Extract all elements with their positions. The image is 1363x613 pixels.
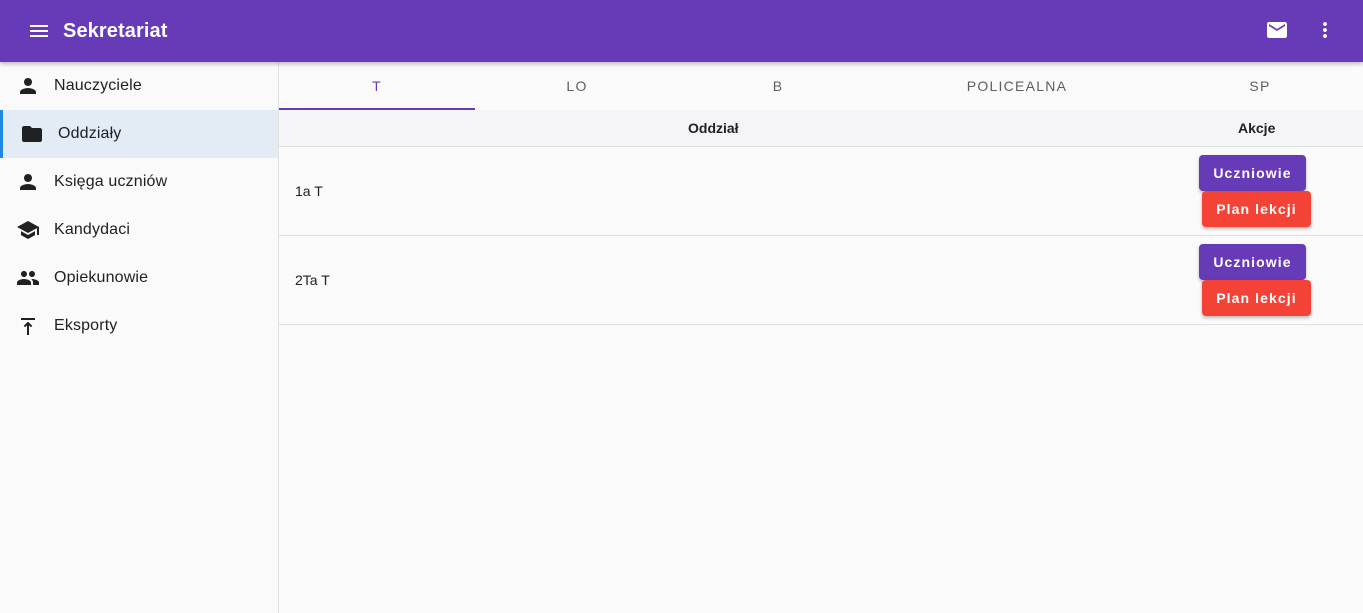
lesson-plan-button[interactable]: Plan lekcji bbox=[1202, 191, 1311, 227]
students-button[interactable]: Uczniowie bbox=[1199, 155, 1306, 191]
person-icon bbox=[16, 170, 40, 194]
sidebar-item-oddzialy[interactable]: Oddziały bbox=[0, 110, 278, 158]
upload-icon bbox=[16, 314, 40, 338]
sidebar-item-label: Nauczyciele bbox=[54, 77, 142, 94]
column-header-oddzial: Oddział bbox=[688, 120, 739, 136]
sidebar-item-opiekunowie[interactable]: Opiekunowie bbox=[0, 254, 278, 302]
sidebar-item-nauczyciele[interactable]: Nauczyciele bbox=[0, 62, 278, 110]
mail-icon[interactable] bbox=[1265, 18, 1289, 42]
sidebar-item-label: Eksporty bbox=[54, 317, 118, 334]
more-vert-icon[interactable] bbox=[1313, 18, 1337, 42]
table-row: 2Ta T Uczniowie Plan lekcji bbox=[279, 236, 1363, 325]
students-button[interactable]: Uczniowie bbox=[1199, 244, 1306, 280]
folder-icon bbox=[20, 122, 44, 146]
main-content: T LO B POLICEALNA SP Oddział Akcje 1a T … bbox=[279, 62, 1363, 613]
tab-lo[interactable]: LO bbox=[475, 62, 679, 110]
app-title: Sekretariat bbox=[63, 20, 168, 42]
sidebar-item-eksporty[interactable]: Eksporty bbox=[0, 302, 278, 350]
sidebar-item-label: Księga uczniów bbox=[54, 173, 168, 190]
tab-bar: T LO B POLICEALNA SP bbox=[279, 62, 1363, 110]
class-name-cell: 1a T bbox=[295, 183, 323, 199]
school-icon bbox=[16, 218, 40, 242]
tab-t[interactable]: T bbox=[279, 62, 475, 110]
sidebar-item-label: Opiekunowie bbox=[54, 269, 149, 286]
menu-icon[interactable] bbox=[27, 19, 51, 43]
table-row: 1a T Uczniowie Plan lekcji bbox=[279, 147, 1363, 236]
sidebar-item-label: Kandydaci bbox=[54, 221, 131, 238]
tab-policealna[interactable]: POLICEALNA bbox=[877, 62, 1157, 110]
sidebar-item-kandydaci[interactable]: Kandydaci bbox=[0, 206, 278, 254]
sidebar: Nauczyciele Oddziały Księga uczniów Kand… bbox=[0, 62, 279, 613]
sidebar-item-label: Oddziały bbox=[58, 125, 122, 142]
column-header-akcje: Akcje bbox=[1238, 120, 1276, 136]
tab-b[interactable]: B bbox=[679, 62, 877, 110]
lesson-plan-button[interactable]: Plan lekcji bbox=[1202, 280, 1311, 316]
table-header: Oddział Akcje bbox=[279, 110, 1363, 147]
sidebar-item-ksiega-uczniow[interactable]: Księga uczniów bbox=[0, 158, 278, 206]
person-icon bbox=[16, 74, 40, 98]
class-name-cell: 2Ta T bbox=[295, 272, 330, 288]
app-bar: Sekretariat bbox=[0, 0, 1363, 62]
people-icon bbox=[16, 266, 40, 290]
tab-sp[interactable]: SP bbox=[1157, 62, 1363, 110]
